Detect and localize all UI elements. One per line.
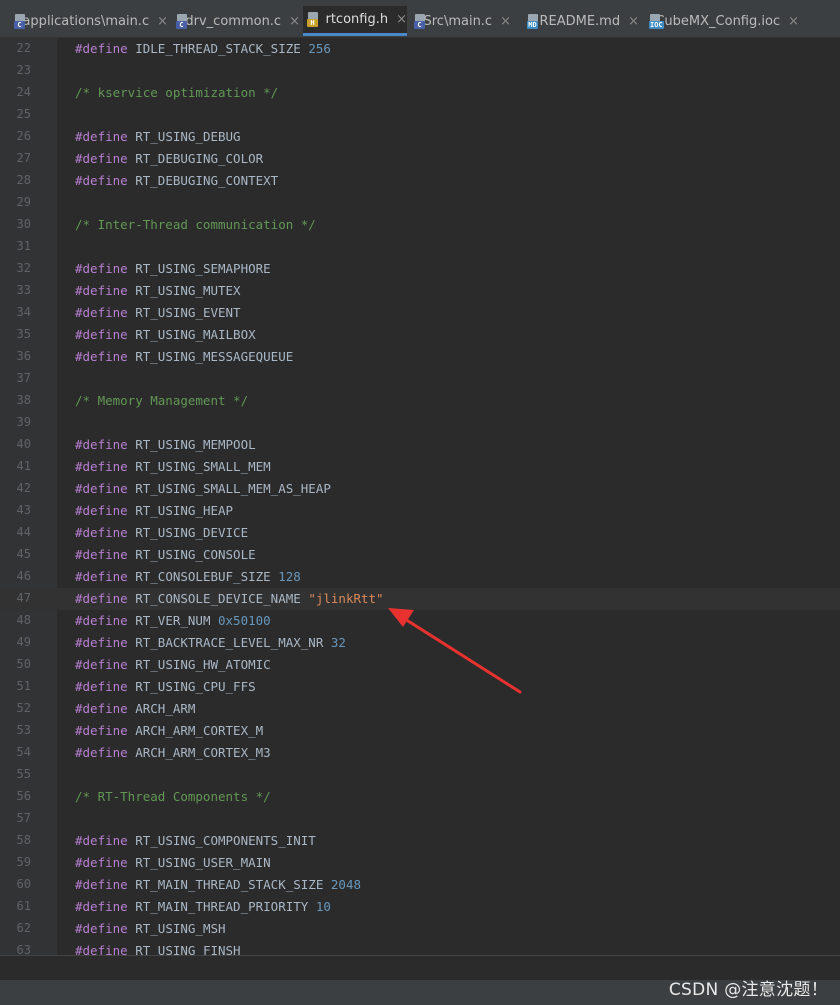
watermark-text: CSDN @注意沈题！ — [668, 980, 828, 1000]
red-arrow-icon — [388, 608, 522, 694]
